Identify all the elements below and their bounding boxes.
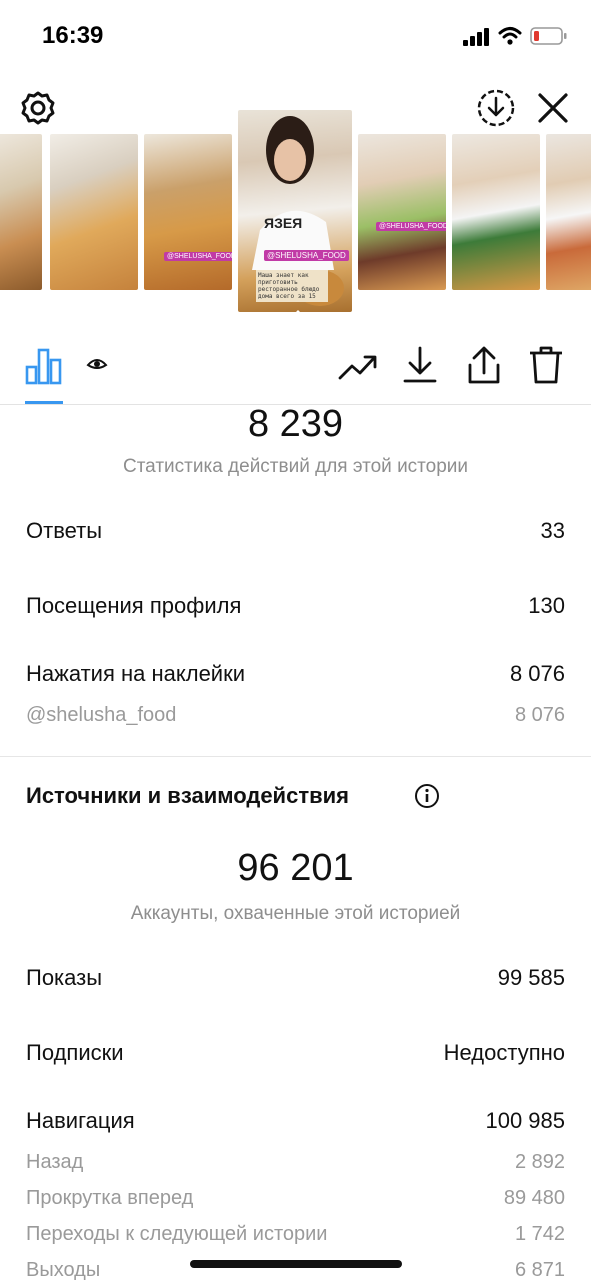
- exits-label: Выходы: [26, 1259, 101, 1280]
- selected-story-pointer: [286, 310, 310, 322]
- exits-value: 6 871: [514, 1259, 565, 1280]
- story-mention-tag: @SHELUSHA_FOOD: [164, 252, 232, 261]
- story-thumbnail[interactable]: [50, 134, 138, 290]
- forward-value: 89 480: [503, 1187, 565, 1209]
- section-divider: [0, 756, 591, 757]
- sticker-mention-label[interactable]: @shelusha_food: [26, 704, 176, 727]
- story-thumbnail[interactable]: [0, 134, 42, 290]
- actions-total: 8 239: [247, 403, 344, 445]
- cellular-signal-icon: [463, 28, 491, 46]
- status-time: 16:39: [42, 22, 104, 49]
- forward-label: Прокрутка вперед: [26, 1187, 194, 1209]
- story-insights-panel: 8 239 Статистика действий для этой истор…: [0, 325, 591, 1280]
- story-thumbnail[interactable]: [546, 134, 591, 290]
- trash-icon[interactable]: [528, 345, 564, 385]
- replies-value: 33: [540, 518, 565, 543]
- actions-caption: Статистика действий для этой истории: [122, 456, 469, 477]
- profile-visits-label: Посещения профиля: [26, 593, 242, 618]
- story-caption: Маша знает как приготовить ресторанное б…: [256, 270, 328, 302]
- follows-label: Подписки: [26, 1040, 124, 1065]
- next-story-value: 1 742: [514, 1223, 565, 1245]
- wifi-icon: [498, 27, 522, 45]
- navigation-value: 100 985: [485, 1108, 565, 1133]
- home-indicator[interactable]: [190, 1260, 402, 1268]
- story-thumbnail[interactable]: [452, 134, 540, 290]
- profile-visits-value: 130: [528, 593, 565, 618]
- info-icon[interactable]: [414, 783, 440, 809]
- story-mention-tag: @SHELUSHA_FOOD: [264, 250, 349, 261]
- back-value: 2 892: [514, 1151, 565, 1173]
- impressions-label: Показы: [26, 965, 103, 990]
- impressions-value: 99 585: [497, 965, 565, 990]
- selected-story-thumbnail[interactable]: ЯЗЕЯ @SHELUSHA_FOOD Маша знает как приго…: [238, 110, 352, 312]
- eye-icon[interactable]: [86, 357, 108, 373]
- sticker-taps-label: Нажатия на наклейки: [26, 661, 246, 686]
- reach-caption: Аккаунты, охваченные этой историей: [130, 903, 461, 924]
- story-thumbnail[interactable]: @SHELUSHA_FOOD: [144, 134, 232, 290]
- next-story-label: Переходы к следующей истории: [26, 1223, 328, 1245]
- battery-icon: [530, 27, 567, 45]
- sticker-mention-value: 8 076: [514, 704, 565, 726]
- follows-value: Недоступно: [443, 1040, 565, 1065]
- status-bar: 16:39: [0, 0, 591, 70]
- reach-total: 96 201: [237, 847, 354, 889]
- story-mention-tag: @SHELUSHA_FOOD: [376, 222, 446, 231]
- replies-label: Ответы: [26, 518, 103, 543]
- discovery-section-title: Источники и взаимодействия: [26, 783, 349, 808]
- chart-icon[interactable]: [25, 347, 63, 385]
- svg-text:ЯЗЕЯ: ЯЗЕЯ: [264, 215, 302, 231]
- share-icon[interactable]: [466, 345, 502, 385]
- story-thumbnail-strip: @SHELUSHA_FOOD ЯЗЕЯ @SHELUSHA_FOOD Маша …: [0, 110, 591, 330]
- story-thumbnail[interactable]: @SHELUSHA_FOOD: [358, 134, 446, 290]
- navigation-label: Навигация: [26, 1108, 135, 1133]
- back-label: Назад: [26, 1151, 84, 1173]
- trend-icon[interactable]: [338, 350, 378, 382]
- insights-toolbar: [0, 325, 591, 405]
- sticker-taps-value: 8 076: [509, 661, 565, 686]
- download-icon[interactable]: [402, 345, 438, 385]
